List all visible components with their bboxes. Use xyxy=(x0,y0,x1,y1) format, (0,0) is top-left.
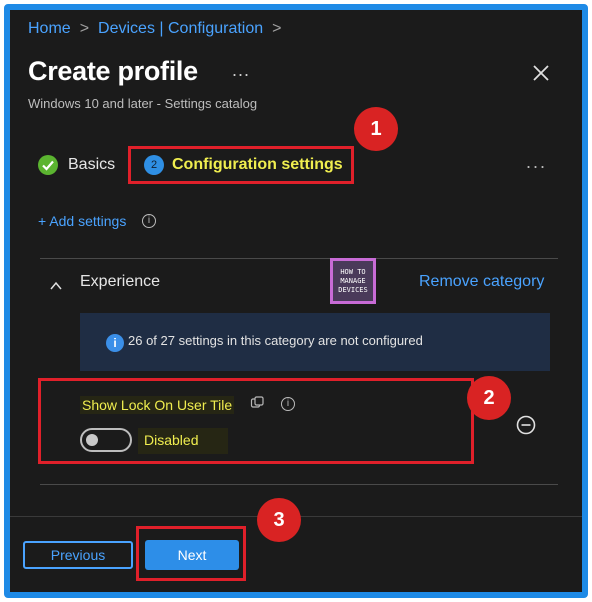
breadcrumb: Home > Devices | Configuration > xyxy=(28,20,291,38)
callout-badge-3: 3 xyxy=(257,498,301,542)
next-button[interactable]: Next xyxy=(145,540,239,570)
info-filled-icon: i xyxy=(106,334,124,352)
info-icon[interactable]: i xyxy=(281,397,295,411)
chevron-right-icon: > xyxy=(79,20,90,37)
breadcrumb-home[interactable]: Home xyxy=(28,20,71,37)
chevron-right-icon: > xyxy=(272,20,282,37)
logo-line-1: HOW TO xyxy=(340,267,366,276)
add-settings-link[interactable]: + Add settings xyxy=(38,213,126,229)
info-icon[interactable]: i xyxy=(142,214,156,228)
more-steps-button[interactable]: ... xyxy=(526,152,547,173)
tab-basics[interactable]: Basics xyxy=(68,156,115,174)
close-icon[interactable] xyxy=(530,62,552,84)
setting-label: Show Lock On User Tile xyxy=(80,396,235,414)
sync-icon xyxy=(250,396,264,408)
app-frame: Home > Devices | Configuration > Create pro… xyxy=(4,4,588,598)
setting-toggle[interactable] xyxy=(80,428,132,452)
step-number-badge: 2 xyxy=(144,155,164,175)
logo-line-3: DEVICES xyxy=(338,285,368,294)
logo-line-2: MANAGE xyxy=(340,276,366,285)
check-circle-icon xyxy=(38,155,58,175)
breadcrumb-devices-configuration[interactable]: Devices | Configuration xyxy=(98,20,263,37)
divider xyxy=(40,258,558,259)
remove-setting-icon[interactable] xyxy=(515,414,537,436)
brand-logo: HOW TO MANAGE DEVICES xyxy=(330,258,376,304)
chevron-up-icon[interactable] xyxy=(50,280,62,292)
more-options-button[interactable]: ... xyxy=(232,60,250,81)
toggle-state-label: Disabled xyxy=(138,428,228,454)
callout-badge-1: 1 xyxy=(354,107,398,151)
page-title: Create profile xyxy=(28,56,198,86)
previous-button[interactable]: Previous xyxy=(23,541,133,569)
info-banner-text: 26 of 27 settings in this category are n… xyxy=(128,333,423,348)
page-subtitle: Windows 10 and later - Settings catalog xyxy=(28,96,258,111)
category-title[interactable]: Experience xyxy=(80,273,160,291)
divider xyxy=(40,484,558,485)
tab-configuration-settings[interactable]: Configuration settings xyxy=(172,156,343,174)
callout-badge-2: 2 xyxy=(467,376,511,420)
toggle-knob xyxy=(86,434,98,446)
remove-category-link[interactable]: Remove category xyxy=(419,273,544,291)
